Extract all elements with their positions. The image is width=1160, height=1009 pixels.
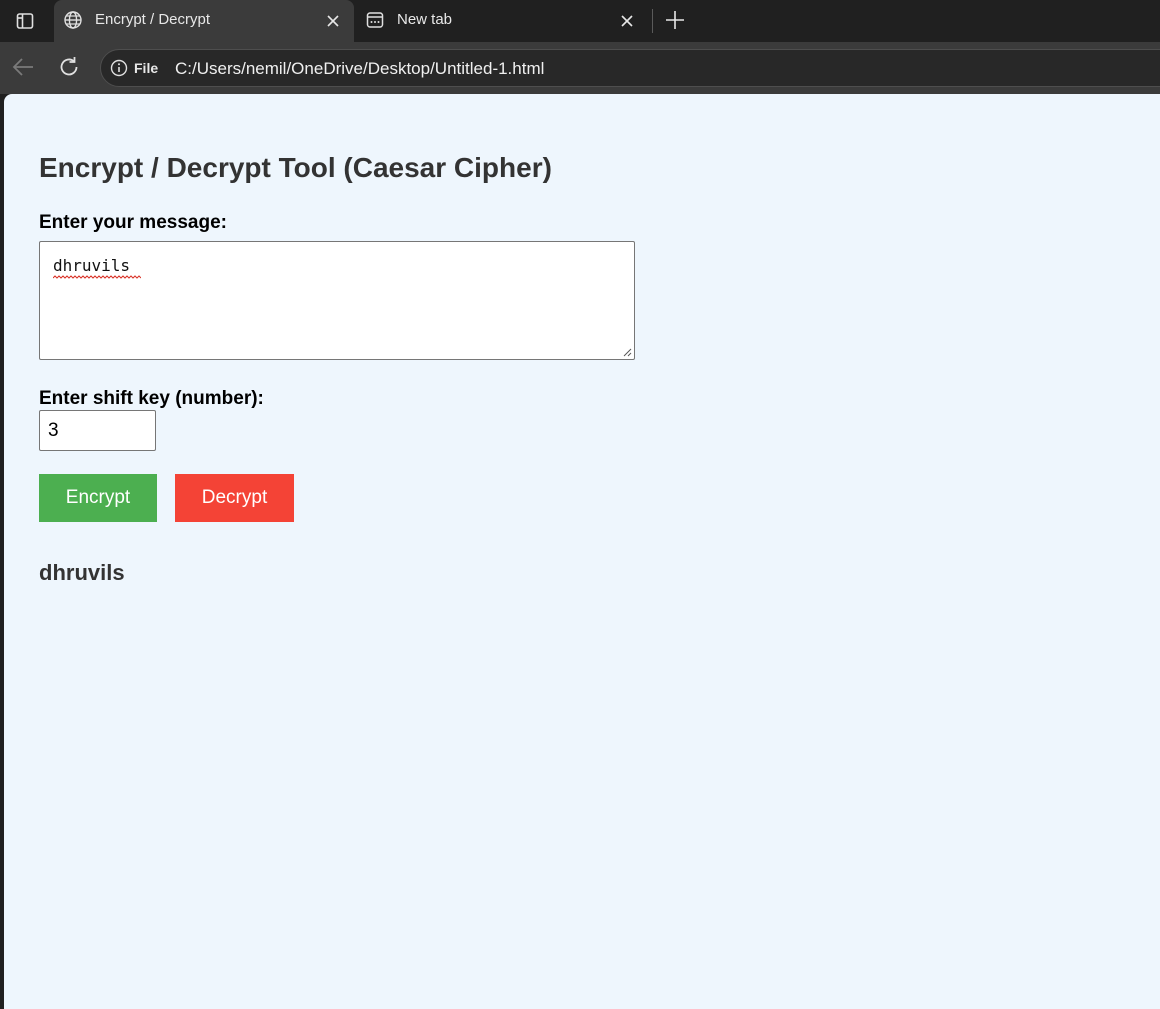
globe-icon [62,9,84,31]
result-text: dhruvils [39,560,125,585]
info-icon [110,59,128,77]
back-button[interactable] [10,54,36,80]
browser-toolbar: File C:/Users/nemil/OneDrive/Desktop/Unt… [0,42,1160,94]
page-title: Encrypt / Decrypt Tool (Caesar Cipher) [39,152,552,183]
sidebar-panel-icon [16,13,34,29]
resize-grip-icon[interactable] [622,347,632,357]
site-info-button[interactable]: File [110,59,158,77]
tab-strip: Encrypt / Decrypt New tab [0,0,1160,42]
decrypt-button[interactable]: Decrypt [175,474,294,522]
message-textarea[interactable]: dhruvils [39,241,635,360]
tab-encrypt-decrypt[interactable]: Encrypt / Decrypt [54,0,354,42]
url-text[interactable]: C:/Users/nemil/OneDrive/Desktop/Untitled… [175,59,544,79]
tab-separator [652,9,653,33]
plus-icon [666,11,684,29]
tab-new-tab[interactable]: New tab [356,0,648,42]
new-tab-page-icon [364,9,386,31]
tab-title: Encrypt / Decrypt [95,11,211,28]
close-tab-icon[interactable] [616,10,638,32]
tab-title: New tab [397,11,453,28]
site-info-label: File [134,60,159,76]
reload-icon [60,57,78,76]
new-tab-button[interactable] [662,7,688,33]
address-bar[interactable]: File C:/Users/nemil/OneDrive/Desktop/Unt… [100,49,1160,87]
page-viewport: Encrypt / Decrypt Tool (Caesar Cipher) E… [4,94,1160,1009]
message-label: Enter your message: [39,212,227,233]
tab-actions-button[interactable] [8,8,42,34]
shift-key-label: Enter shift key (number): [39,388,264,409]
reload-button[interactable] [56,54,82,80]
arrow-left-icon [12,58,33,76]
shift-key-input[interactable] [39,410,156,451]
encrypt-button[interactable]: Encrypt [39,474,157,522]
spellcheck-underline [53,275,141,279]
close-tab-icon[interactable] [322,10,344,32]
